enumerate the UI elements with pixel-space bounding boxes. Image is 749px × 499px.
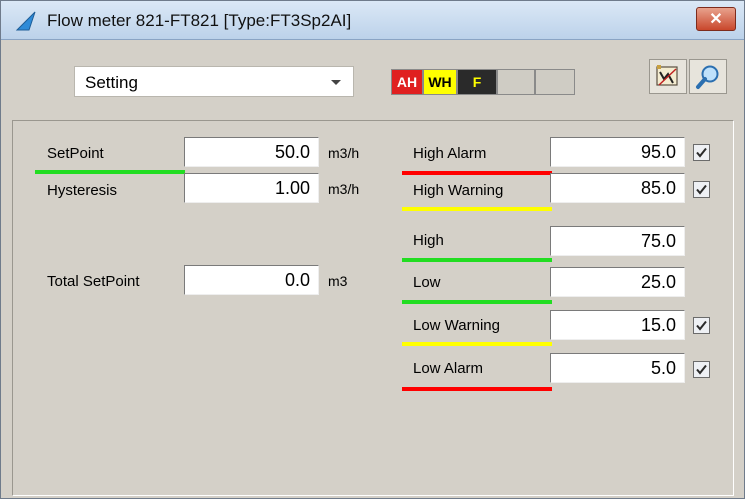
total-setpoint-unit: m3 <box>328 273 348 289</box>
flow-meter-window: Flow meter 821-FT821 [Type:FT3Sp2AI] ✕ S… <box>0 0 745 499</box>
high-warning-label: High Warning <box>413 182 504 199</box>
high-alarm-input[interactable]: 95.0 <box>550 137 685 167</box>
high-warning-enable-checkbox[interactable] <box>693 181 710 198</box>
settings-panel: SetPoint 50.0 m3/h Hysteresis 1.00 m3/h … <box>12 120 734 496</box>
checkmark-icon <box>696 320 707 331</box>
total-setpoint-label: Total SetPoint <box>47 273 140 290</box>
low-alarm-label: Low Alarm <box>413 360 484 377</box>
hysteresis-label: Hysteresis <box>47 182 118 199</box>
mode-select-value: Setting <box>85 73 138 92</box>
low-warning-enable-checkbox[interactable] <box>693 317 710 334</box>
low-warning-indicator-bar <box>402 342 552 346</box>
high-input[interactable]: 75.0 <box>550 226 685 256</box>
app-icon <box>15 11 36 31</box>
toolbar: Setting AH WH F <box>1 40 744 104</box>
status-fault-label: F <box>472 74 482 90</box>
hysteresis-unit: m3/h <box>328 181 360 197</box>
hysteresis-input[interactable]: 1.00 <box>184 173 319 203</box>
low-alarm-input[interactable]: 5.0 <box>550 353 685 383</box>
checkmark-icon <box>696 147 707 158</box>
checkmark-icon <box>696 364 707 375</box>
dropdown-arrow-icon <box>331 80 341 85</box>
high-label: High <box>413 232 444 249</box>
close-icon: ✕ <box>709 11 723 28</box>
mode-select[interactable]: Setting <box>74 66 354 97</box>
high-alarm-indicator-bar <box>402 171 552 175</box>
low-warning-label: Low Warning <box>413 317 500 334</box>
low-warning-input[interactable]: 15.0 <box>550 310 685 340</box>
status-alarm-high: AH <box>391 69 423 95</box>
low-alarm-enable-checkbox[interactable] <box>693 361 710 378</box>
trend-button[interactable] <box>649 59 687 94</box>
low-indicator-bar <box>402 300 552 304</box>
window-title: Flow meter 821-FT821 [Type:FT3Sp2AI] <box>47 11 352 30</box>
low-alarm-indicator-bar <box>402 387 552 391</box>
high-warning-input[interactable]: 85.0 <box>550 173 685 203</box>
setpoint-input[interactable]: 50.0 <box>184 137 319 167</box>
setpoint-unit: m3/h <box>328 145 360 161</box>
status-slot-empty <box>497 69 535 95</box>
setpoint-indicator-bar <box>35 170 185 174</box>
low-input[interactable]: 25.0 <box>550 267 685 297</box>
high-alarm-enable-checkbox[interactable] <box>693 144 710 161</box>
status-fault: F <box>457 69 497 95</box>
total-setpoint-input[interactable]: 0.0 <box>184 265 319 295</box>
checkmark-icon <box>696 184 707 195</box>
status-alarm-high-label: AH <box>396 74 418 90</box>
setpoint-label: SetPoint <box>47 145 104 162</box>
status-warning-high: WH <box>423 69 457 95</box>
magnifier-icon <box>696 65 719 89</box>
title-bar[interactable]: Flow meter 821-FT821 [Type:FT3Sp2AI] ✕ <box>1 1 744 40</box>
status-warning-high-label: WH <box>428 74 452 90</box>
high-indicator-bar <box>402 258 552 262</box>
search-button[interactable] <box>689 59 727 94</box>
close-button[interactable]: ✕ <box>696 7 736 31</box>
high-warning-indicator-bar <box>402 207 552 211</box>
low-label: Low <box>413 274 441 291</box>
status-slot-empty <box>535 69 575 95</box>
trend-icon <box>656 64 678 86</box>
high-alarm-label: High Alarm <box>413 145 487 162</box>
